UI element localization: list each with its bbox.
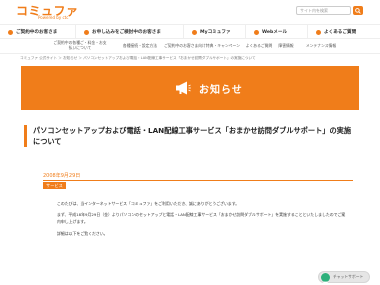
nav-bullet-icon: [192, 29, 197, 35]
subnav-item-campaign[interactable]: ご契約中のお客さま向け特典・キャンペーン: [164, 43, 240, 48]
article-paragraph: まず、平成18年9月29日（金）よりパソコンのセットアップと電話・LAN配線工事…: [57, 212, 346, 225]
subnav-item-outage[interactable]: 障害情報: [276, 43, 296, 48]
nav-item-webmail[interactable]: Webメール: [246, 25, 308, 39]
subnav-item-setup[interactable]: 各種接続・設定方法: [122, 43, 158, 48]
article-paragraph: 詳細は以下をご覧ください。: [57, 230, 108, 236]
chat-label: チャットサポート: [333, 274, 364, 279]
page-title: お知らせ: [199, 85, 243, 96]
article-date: 2008年9月29日: [43, 173, 81, 179]
search-icon: [355, 7, 361, 14]
subnav-item-maintenance[interactable]: メンテナンス情報: [300, 43, 342, 48]
nav-item-label: Webメール: [262, 30, 288, 35]
subnav-item-label: メンテナンス情報: [305, 42, 337, 48]
category-badge: サービス: [43, 182, 66, 189]
megaphone-icon: [176, 81, 191, 95]
subnav-item-label: 払いについて: [68, 45, 92, 50]
nav-bullet-icon: [316, 29, 321, 35]
nav-item-label: Myコミュファ: [200, 30, 231, 35]
article-title: パソコンセットアップおよび電話・LAN配線工事サービス「おまかせ訪問ダブルサポー…: [24, 125, 354, 147]
nav-item-faq[interactable]: よくあるご質問: [308, 25, 380, 39]
nav-item-customers[interactable]: ご契約中のお客さま: [0, 25, 76, 39]
nav-item-label: ご契約中のお客さま: [16, 30, 58, 35]
chat-support-button[interactable]: チャットサポート: [318, 271, 370, 285]
nav-bullet-icon: [254, 29, 259, 35]
subnav-item-label: よくあるご質問: [245, 42, 273, 48]
subnav-item-label: 障害情報: [278, 42, 294, 48]
subnav-item-label: ご契約中のお客さま向け特典・キャンペーン: [164, 42, 240, 48]
divider: [43, 180, 353, 181]
nav-item-mycommufa[interactable]: Myコミュファ: [184, 25, 246, 39]
site-header: コミュファ Powered by ctc サイト内を検索: [0, 0, 380, 24]
breadcrumb[interactable]: コミュファ 公式サイト ＞ お知らせ ＞ パソコンセットアップおよび電話・LAN…: [20, 56, 256, 61]
chat-icon: [321, 272, 330, 285]
nav-bullet-icon: [8, 29, 13, 35]
search-button[interactable]: [353, 6, 363, 15]
page-banner: お知らせ: [21, 66, 359, 110]
logo-sub: Powered by ctc: [38, 15, 69, 20]
nav-item-label: お申し込みをご検討中のお客さま: [92, 30, 161, 35]
article-paragraph: このたびは、当インターネットサービス「コミュファ」をご利用いただき、誠にありがと…: [57, 201, 240, 206]
nav-item-label: よくあるご質問: [324, 30, 357, 35]
sub-nav: ご契約中の各種ご・料金・お支 払いについて 各種接続・設定方法 ご契約中のお客さ…: [0, 39, 380, 54]
nav-bullet-icon: [84, 29, 89, 35]
main-nav: ご契約中のお客さま お申し込みをご検討中のお客さま Myコミュファ Webメール…: [0, 24, 380, 39]
search-input[interactable]: サイト内を検索: [296, 6, 351, 15]
article-body: このたびは、当インターネットサービス「コミュファ」をご利用いただき、誠にありがと…: [57, 200, 347, 241]
subnav-item-billing[interactable]: ご契約中の各種ご・料金・お支 払いについて: [50, 40, 110, 50]
nav-item-prospects[interactable]: お申し込みをご検討中のお客さま: [76, 25, 184, 39]
subnav-item-faq[interactable]: よくあるご質問: [244, 43, 274, 48]
subnav-item-label: 各種接続・設定方法: [122, 42, 158, 48]
